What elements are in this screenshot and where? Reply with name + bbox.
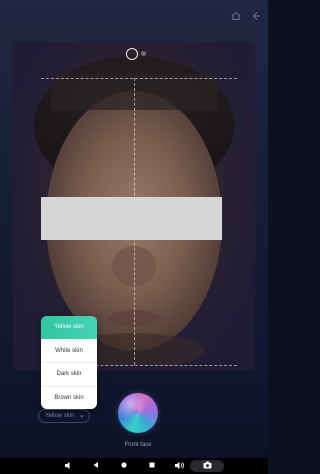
menu-item-dark-skin[interactable]: Dark skin [41, 363, 97, 387]
redaction-block [41, 197, 222, 240]
system-nav-bar [0, 458, 268, 474]
home-icon[interactable] [230, 9, 242, 21]
skin-type-select[interactable]: Yellow skin ▾ [38, 409, 90, 423]
shutter-label: Front face [124, 442, 152, 448]
shutter-button[interactable] [118, 393, 158, 433]
nav-home-icon[interactable] [118, 458, 130, 474]
app-screen: Yellow skin White skin Dark skin Brown s… [0, 0, 268, 458]
volume-up-icon[interactable] [172, 458, 186, 474]
skin-type-menu: Yellow skin White skin Dark skin Brown s… [41, 316, 97, 409]
skin-type-select-value: Yellow skin [45, 413, 75, 419]
volume-down-icon[interactable] [62, 458, 74, 474]
screenshot-icon [200, 458, 214, 474]
nav-back-icon[interactable] [90, 458, 102, 474]
camera-sensor-dot [141, 51, 146, 56]
menu-item-brown-skin[interactable]: Brown skin [41, 387, 97, 410]
chevron-down-icon: ▾ [80, 414, 83, 420]
nav-recents-icon[interactable] [146, 458, 158, 474]
menu-item-yellow-skin[interactable]: Yellow skin [41, 316, 97, 340]
back-arrow-icon[interactable] [250, 9, 262, 21]
menu-item-white-skin[interactable]: White skin [41, 340, 97, 363]
top-icon-bar [230, 9, 262, 21]
guide-line-top [41, 78, 237, 79]
camera-lens-icon[interactable] [126, 48, 138, 60]
